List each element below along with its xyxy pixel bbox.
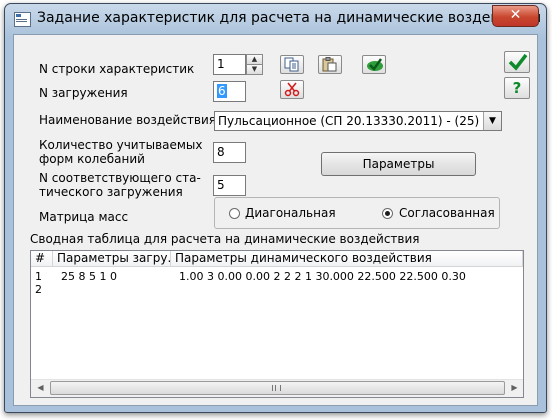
apply-check-icon xyxy=(367,58,383,71)
ok-check-icon xyxy=(508,53,528,71)
mass-diagonal-label[interactable]: Диагональная xyxy=(245,206,336,221)
load-number-field[interactable]: 6 xyxy=(213,81,246,102)
ok-button[interactable] xyxy=(504,51,530,73)
mass-matrix-label: Матрица масс xyxy=(39,210,129,224)
column-header-load-params[interactable]: Параметры загру... xyxy=(53,251,171,267)
chevron-down-icon[interactable]: ▼ xyxy=(483,112,501,130)
static-load-label-line2: тического загружения xyxy=(39,185,183,199)
apply-button[interactable] xyxy=(362,55,386,74)
load-number-value: 6 xyxy=(217,84,227,98)
scroll-right-icon[interactable]: ▶ xyxy=(506,380,523,396)
scroll-thumb[interactable] xyxy=(50,381,505,395)
mass-matrix-group: Диагональная Согласованная xyxy=(214,197,500,229)
row-1-number[interactable]: 1 xyxy=(35,270,42,283)
effect-selected-value: Пульсационное (СП 20.13330.2011) - (25) xyxy=(218,114,480,128)
scroll-left-icon[interactable]: ◀ xyxy=(32,380,49,396)
load-number-label: N загружения xyxy=(39,86,128,100)
copy-icon xyxy=(284,57,299,72)
params-button[interactable]: Параметры xyxy=(321,152,476,176)
close-button[interactable]: ✕ xyxy=(492,5,539,27)
modes-label-line2: форм колебаний xyxy=(39,152,145,166)
copy-button[interactable] xyxy=(280,55,304,74)
static-load-label-line1: N соответствующего ста- xyxy=(39,171,201,185)
effect-name-label: Наименование воздействия xyxy=(39,113,217,127)
mass-consistent-radio[interactable] xyxy=(382,208,393,219)
row-number-spin-down[interactable]: ▼ xyxy=(246,64,263,75)
dialog-window: Задание характеристик для расчета на дин… xyxy=(4,3,547,413)
summary-caption: Сводная таблица для расчета на динамичес… xyxy=(30,232,420,246)
help-icon: ? xyxy=(512,79,522,97)
app-icon xyxy=(14,12,31,27)
paste-icon xyxy=(322,57,337,72)
mass-diagonal-radio[interactable] xyxy=(229,208,240,219)
row-1-load-params[interactable]: 25 8 5 1 0 xyxy=(61,270,117,283)
summary-table[interactable]: # Параметры загру... Параметры динамичес… xyxy=(30,250,524,398)
mass-consistent-label[interactable]: Согласованная xyxy=(399,206,495,221)
effect-select[interactable]: Пульсационное (СП 20.13330.2011) - (25) … xyxy=(214,111,502,131)
delete-scissors-icon xyxy=(284,82,300,97)
paste-button[interactable] xyxy=(318,55,342,74)
column-header-index[interactable]: # xyxy=(31,251,53,267)
column-header-dynamic-params[interactable]: Параметры динамического воздействия xyxy=(171,251,523,267)
horizontal-scrollbar[interactable]: ◀ ▶ xyxy=(31,379,523,397)
row-1-dynamic-params[interactable]: 1.00 3 0.00 0.00 2 2 2 1 30.000 22.500 2… xyxy=(179,270,466,283)
help-button[interactable]: ? xyxy=(504,77,530,99)
delete-button[interactable] xyxy=(280,80,304,99)
modes-label-line1: Количество учитываемых xyxy=(39,138,203,152)
title-bar[interactable]: Задание характеристик для расчета на дин… xyxy=(5,4,546,34)
dialog-client-area: N строки характеристик 1 ▲ ▼ N загружени… xyxy=(13,34,538,406)
row-number-field[interactable]: 1 xyxy=(213,54,246,75)
window-title: Задание характеристик для расчета на дин… xyxy=(37,10,542,26)
static-load-field[interactable]: 5 xyxy=(213,175,246,196)
row-number-label: N строки характеристик xyxy=(39,62,195,76)
row-2-number[interactable]: 2 xyxy=(35,283,42,296)
modes-count-field[interactable]: 8 xyxy=(213,142,246,163)
